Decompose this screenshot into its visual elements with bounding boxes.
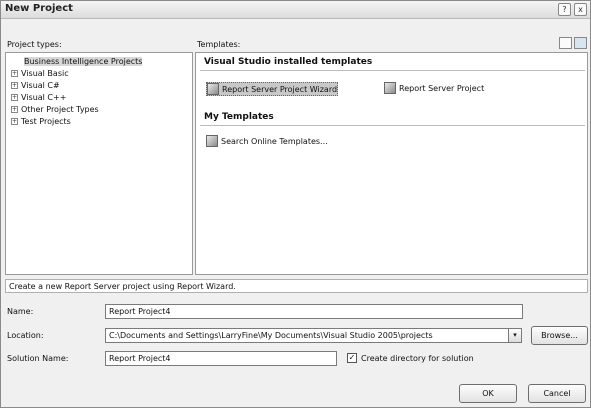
small-icons-view-icon[interactable] [574,37,587,49]
tree-item-business-intelligence[interactable]: Business Intelligence Projects [24,57,143,66]
ok-button[interactable]: OK [459,384,517,403]
chevron-down-icon[interactable]: ▾ [508,328,522,343]
report-wizard-icon [207,83,219,95]
expand-icon[interactable]: + [11,118,18,125]
tree-item-visual-csharp[interactable]: + Visual C# [11,81,60,90]
create-directory-checkbox[interactable]: ✓ [347,353,357,363]
tree-item-test-projects[interactable]: + Test Projects [11,117,71,126]
templates-label: Templates: [197,40,241,49]
project-types-tree[interactable]: Business Intelligence Projects + Visual B… [5,52,193,275]
divider [200,70,585,71]
close-icon[interactable]: x [574,3,587,16]
create-directory-label: Create directory for solution [361,354,474,363]
tree-item-label: Visual C# [21,81,60,90]
my-templates-header: My Templates [204,112,274,122]
template-search-online[interactable]: Search Online Templates... [206,135,328,147]
large-icons-view-icon[interactable] [559,37,572,49]
expand-icon[interactable]: + [11,82,18,89]
report-project-icon [384,82,396,94]
template-report-server-project[interactable]: Report Server Project [384,82,484,94]
template-label: Report Server Project [399,83,485,93]
expand-icon[interactable]: + [11,94,18,101]
title-bar: New Project ? x [1,1,590,19]
tree-item-visual-basic[interactable]: + Visual Basic [11,69,69,78]
location-combo[interactable]: C:\Documents and Settings\LarryFine\My D… [105,328,509,343]
expand-icon[interactable]: + [11,70,18,77]
tree-item-label: Visual C++ [21,93,67,102]
templates-list[interactable]: Visual Studio installed templates Report… [195,52,588,275]
name-input[interactable]: Report Project4 [105,304,523,319]
name-label: Name: [7,307,34,316]
solution-name-label: Solution Name: [7,354,69,363]
new-project-dialog: New Project ? x Project types: Templates… [0,0,591,408]
tree-item-other-project-types[interactable]: + Other Project Types [11,105,99,114]
installed-templates-header: Visual Studio installed templates [204,57,373,67]
template-description: Create a new Report Server project using… [5,279,588,293]
template-report-server-wizard[interactable]: Report Server Project Wizard [206,82,339,96]
divider [200,125,585,126]
expand-icon[interactable]: + [11,106,18,113]
tree-item-label: Test Projects [21,117,71,126]
search-online-icon [206,135,218,147]
browse-button[interactable]: Browse... [531,326,588,345]
tree-item-label: Business Intelligence Projects [24,57,143,66]
tree-item-label: Visual Basic [21,69,69,78]
window-title: New Project [5,3,73,14]
tree-item-label: Other Project Types [21,105,99,114]
cancel-button[interactable]: Cancel [528,384,586,403]
location-label: Location: [7,331,44,340]
tree-item-visual-cpp[interactable]: + Visual C++ [11,93,66,102]
solution-name-input[interactable]: Report Project4 [105,351,337,366]
project-types-label: Project types: [7,40,62,49]
help-icon[interactable]: ? [558,3,571,16]
template-label: Report Server Project Wizard [222,84,338,94]
template-label: Search Online Templates... [221,136,328,146]
